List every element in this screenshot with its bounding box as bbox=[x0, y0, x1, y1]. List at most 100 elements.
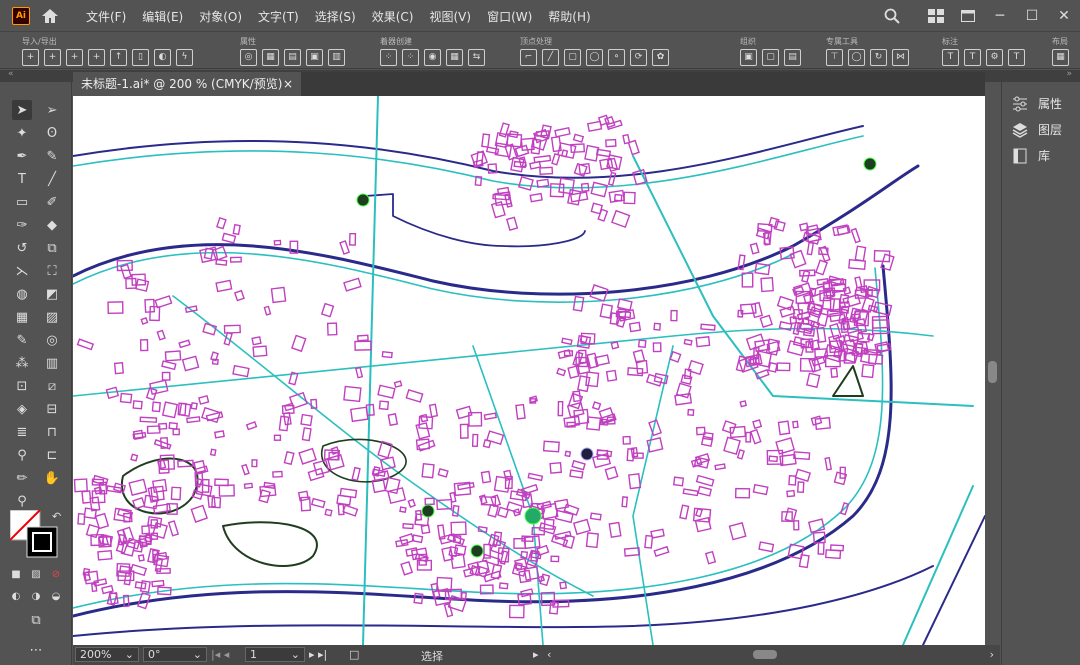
panel-properties[interactable]: 属性 bbox=[1012, 95, 1062, 112]
artboard-menu-icon[interactable]: □ bbox=[349, 648, 359, 661]
home-icon[interactable] bbox=[40, 6, 60, 26]
panel-layers[interactable]: 图层 bbox=[1012, 121, 1062, 138]
chart-tool-icon[interactable]: ≣ bbox=[12, 422, 32, 442]
tool-btn-icon[interactable]: + bbox=[22, 49, 39, 66]
vertical-scrollbar[interactable] bbox=[985, 96, 999, 645]
next-artboard-icon[interactable]: ▸ ▸| bbox=[309, 648, 327, 661]
tool-btn-icon[interactable]: ⊤ bbox=[826, 49, 843, 66]
rotation-field[interactable]: 0° ⌄ bbox=[143, 647, 207, 662]
restore-icon[interactable] bbox=[952, 0, 984, 32]
tool-btn-icon[interactable]: ◎ bbox=[240, 49, 257, 66]
curvature-tool-icon[interactable]: ✎ bbox=[42, 146, 62, 166]
tool-btn-icon[interactable]: ▤ bbox=[284, 49, 301, 66]
tool-btn-icon[interactable]: ⚬ bbox=[608, 49, 625, 66]
tool-btn-icon[interactable]: ↻ bbox=[870, 49, 887, 66]
tool-btn-icon[interactable]: + bbox=[88, 49, 105, 66]
type-tool-icon[interactable]: T bbox=[12, 169, 32, 189]
tool-btn-icon[interactable]: ▦ bbox=[446, 49, 463, 66]
chevron-down-icon[interactable]: ⌄ bbox=[193, 648, 206, 661]
tool-btn-icon[interactable]: ▢ bbox=[762, 49, 779, 66]
scroll-thumb[interactable] bbox=[988, 361, 997, 383]
selection-tool-icon[interactable]: ➤ bbox=[12, 100, 32, 120]
tool-btn-icon[interactable]: ⁘ bbox=[380, 49, 397, 66]
symbol-sprayer-tool-icon[interactable]: ⁂ bbox=[12, 353, 32, 373]
tool-btn-icon[interactable]: ▯ bbox=[132, 49, 149, 66]
tool-btn-icon[interactable]: ⚙ bbox=[986, 49, 1003, 66]
mesh-tool-icon[interactable]: ▦ bbox=[12, 307, 32, 327]
tool-btn-icon[interactable]: ▣ bbox=[306, 49, 323, 66]
anchor-tool-icon[interactable]: ⚲ bbox=[12, 445, 32, 465]
width-tool-icon[interactable]: ⋋ bbox=[12, 261, 32, 281]
tool-btn-icon[interactable]: ▢ bbox=[564, 49, 581, 66]
zoom-tool-icon[interactable]: ⚲ bbox=[12, 491, 32, 511]
panel-libraries[interactable]: 库 bbox=[1012, 147, 1050, 164]
draw-normal-icon[interactable]: ◐ bbox=[8, 588, 24, 604]
tool-btn-icon[interactable]: ◉ bbox=[424, 49, 441, 66]
draw-inside-icon[interactable]: ◒ bbox=[48, 588, 64, 604]
tool-btn-icon[interactable]: ▥ bbox=[328, 49, 345, 66]
more-tools-icon[interactable]: ⋯ bbox=[26, 640, 46, 660]
tool-btn-icon[interactable]: T bbox=[1008, 49, 1025, 66]
menu-object[interactable]: 对象(O) bbox=[199, 8, 242, 25]
shape-builder-tool-icon[interactable]: ◍ bbox=[12, 284, 32, 304]
zoom-field[interactable]: 200% ⌄ bbox=[75, 647, 139, 662]
tool-btn-icon[interactable]: ◐ bbox=[154, 49, 171, 66]
tool-btn-icon[interactable]: ⟳ bbox=[630, 49, 647, 66]
tool-btn-icon[interactable]: ▤ bbox=[784, 49, 801, 66]
menu-file[interactable]: 文件(F) bbox=[86, 8, 126, 25]
artboard-move-tool-icon[interactable]: ⊏ bbox=[42, 445, 62, 465]
tool-btn-icon[interactable]: ▦ bbox=[262, 49, 279, 66]
first-artboard-icon[interactable]: |◂ ◂ bbox=[211, 648, 229, 661]
free-transform-tool-icon[interactable]: ⛶ bbox=[42, 261, 62, 281]
none-mode-icon[interactable]: ⊘ bbox=[48, 566, 64, 582]
maximize-icon[interactable]: ☐ bbox=[1016, 0, 1048, 32]
tool-btn-icon[interactable]: + bbox=[66, 49, 83, 66]
scale-tool-icon[interactable]: ⧉ bbox=[42, 238, 62, 258]
menu-help[interactable]: 帮助(H) bbox=[548, 8, 590, 25]
tool-btn-icon[interactable]: T bbox=[942, 49, 959, 66]
tool-btn-icon[interactable]: ✿ bbox=[652, 49, 669, 66]
eyedropper-tool-icon[interactable]: ✎ bbox=[12, 330, 32, 350]
tool-btn-icon[interactable]: ϟ bbox=[176, 49, 193, 66]
draw-behind-icon[interactable]: ◑ bbox=[28, 588, 44, 604]
puppet-warp-tool-icon[interactable]: ⊓ bbox=[42, 422, 62, 442]
tool-btn-icon[interactable]: ⁘ bbox=[402, 49, 419, 66]
direct-selection-tool-icon[interactable]: ➢ bbox=[42, 100, 62, 120]
tool-btn-icon[interactable]: ⇆ bbox=[468, 49, 485, 66]
eraser-tool-icon[interactable]: ◆ bbox=[42, 215, 62, 235]
artboard-canvas[interactable] bbox=[73, 96, 985, 645]
tool-btn-icon[interactable]: + bbox=[44, 49, 61, 66]
menu-select[interactable]: 选择(S) bbox=[315, 8, 356, 25]
collapse-right-icon[interactable]: » bbox=[1066, 69, 1072, 79]
tool-btn-icon[interactable]: T bbox=[964, 49, 981, 66]
menu-view[interactable]: 视图(V) bbox=[429, 8, 471, 25]
tool-btn-icon[interactable]: ▦ bbox=[1052, 49, 1069, 66]
screen-mode-icon[interactable]: ⧉ bbox=[26, 610, 46, 630]
gradient-mode-icon[interactable]: ▨ bbox=[28, 566, 44, 582]
graph-tool-icon[interactable]: ▥ bbox=[42, 353, 62, 373]
workspace-icon[interactable] bbox=[920, 0, 952, 32]
pen-tool-icon[interactable]: ✒ bbox=[12, 146, 32, 166]
tool-btn-icon[interactable]: ↑ bbox=[110, 49, 127, 66]
paintbrush-tool-icon[interactable]: ✐ bbox=[42, 192, 62, 212]
menu-window[interactable]: 窗口(W) bbox=[487, 8, 532, 25]
scroll-right-icon[interactable]: › bbox=[990, 648, 994, 661]
lasso-tool-icon[interactable]: ʘ bbox=[42, 123, 62, 143]
menu-edit[interactable]: 编辑(E) bbox=[142, 8, 183, 25]
fill-stroke-swatch[interactable]: ↶ bbox=[10, 510, 62, 564]
minimize-icon[interactable]: ─ bbox=[984, 0, 1016, 32]
line-tool-icon[interactable]: ╱ bbox=[42, 169, 62, 189]
document-tab[interactable]: 未标题-1.ai* @ 200 % (CMYK/预览) × bbox=[73, 72, 301, 96]
color-mode-icon[interactable]: ■ bbox=[8, 566, 24, 582]
shaper-tool-icon[interactable]: ✑ bbox=[12, 215, 32, 235]
tool-btn-icon[interactable]: ◯ bbox=[848, 49, 865, 66]
menu-effect[interactable]: 效果(C) bbox=[372, 8, 414, 25]
artboard-field[interactable]: 1 ⌄ bbox=[245, 647, 305, 662]
tool-btn-icon[interactable]: ▣ bbox=[740, 49, 757, 66]
magic-wand-tool-icon[interactable]: ✦ bbox=[12, 123, 32, 143]
rotate-tool-icon[interactable]: ↺ bbox=[12, 238, 32, 258]
hand-tool-icon[interactable]: ✋ bbox=[42, 468, 62, 488]
scroll-left-icon[interactable]: ‹ bbox=[547, 648, 551, 661]
tool-btn-icon[interactable]: ◯ bbox=[586, 49, 603, 66]
tool-btn-icon[interactable]: ⋈ bbox=[892, 49, 909, 66]
